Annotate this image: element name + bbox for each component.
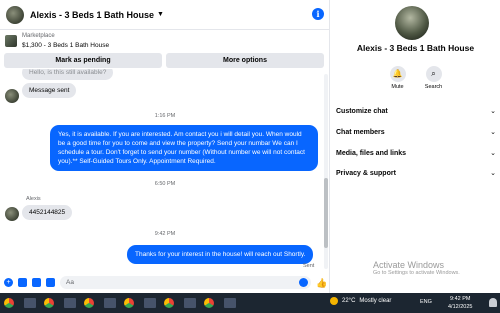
chrome-icon[interactable] bbox=[44, 298, 54, 308]
search-icon: ⌕ bbox=[425, 66, 442, 82]
chrome-icon[interactable] bbox=[4, 298, 14, 308]
watermark-title: Activate Windows bbox=[373, 260, 445, 270]
bell-icon: 🔔 bbox=[389, 66, 406, 82]
activate-windows-watermark: Activate Windows Go to Settings to activ… bbox=[373, 260, 460, 276]
chat-pane: Alexis - 3 Beds 1 Bath House ▼ i Marketp… bbox=[0, 0, 330, 293]
chevron-down-icon[interactable]: ▼ bbox=[157, 11, 164, 18]
section-chat-members[interactable]: Chat members ⌄ bbox=[336, 124, 496, 140]
taskbar-window[interactable] bbox=[144, 298, 156, 308]
taskbar: 22°C Mostly clear ENG 9:42 PM 4/12/2025 bbox=[0, 293, 500, 313]
sent-status: Sent bbox=[303, 263, 315, 269]
like-icon[interactable]: 👍 bbox=[316, 278, 327, 288]
message-input[interactable]: Aa bbox=[60, 276, 311, 289]
chevron-down-icon: ⌄ bbox=[490, 170, 496, 177]
message-bubble: 4452144825 bbox=[22, 205, 73, 220]
section-label: Customize chat bbox=[336, 107, 388, 115]
section-label: Media, files and links bbox=[336, 149, 407, 157]
clock-time: 9:42 PM bbox=[449, 296, 471, 302]
weather-desc: Mostly clear bbox=[359, 298, 392, 304]
section-privacy-support[interactable]: Privacy & support ⌄ bbox=[336, 165, 496, 181]
conversation-info-pane: Alexis - 3 Beds 1 Bath House 🔔 Mute ⌕ Se… bbox=[331, 0, 500, 293]
chat-title[interactable]: Alexis - 3 Beds 1 Bath House bbox=[30, 10, 154, 20]
sender-avatar bbox=[5, 207, 19, 221]
taskbar-window[interactable] bbox=[104, 298, 116, 308]
message-bubble: Thanks for your interest in the house! w… bbox=[127, 245, 314, 264]
mark-as-pending-button[interactable]: Mark as pending bbox=[4, 53, 162, 68]
scrollbar[interactable] bbox=[324, 74, 328, 269]
listing-thumbnail bbox=[5, 35, 17, 47]
emoji-icon[interactable] bbox=[299, 278, 308, 287]
notification-icon[interactable] bbox=[489, 298, 497, 307]
scrollbar-thumb[interactable] bbox=[324, 178, 328, 248]
info-title: Alexis - 3 Beds 1 Bath House bbox=[356, 43, 475, 53]
message-bubble: Message sent bbox=[22, 83, 77, 98]
chrome-icon[interactable] bbox=[164, 298, 174, 308]
image-icon[interactable] bbox=[18, 278, 27, 287]
gif-icon[interactable] bbox=[46, 278, 55, 287]
info-actions: 🔔 Mute ⌕ Search bbox=[331, 66, 500, 90]
chrome-icon[interactable] bbox=[124, 298, 134, 308]
weather-widget[interactable]: 22°C Mostly clear bbox=[330, 297, 391, 305]
taskbar-window[interactable] bbox=[224, 298, 236, 308]
chrome-icon[interactable] bbox=[84, 298, 94, 308]
chrome-icon[interactable] bbox=[204, 298, 214, 308]
chevron-down-icon: ⌄ bbox=[490, 150, 496, 157]
taskbar-window[interactable] bbox=[64, 298, 76, 308]
language-indicator[interactable]: ENG bbox=[420, 299, 432, 305]
info-icon[interactable]: i bbox=[312, 8, 324, 20]
sender-name: Alexis bbox=[26, 196, 41, 202]
message-bubble: Yes, it is available. If you are interes… bbox=[50, 125, 318, 171]
message-input-placeholder: Aa bbox=[66, 279, 74, 286]
listing-name: $1,300 - 3 Beds 1 Bath House bbox=[22, 42, 110, 49]
section-customize-chat[interactable]: Customize chat ⌄ bbox=[336, 103, 496, 119]
timestamp: 6:50 PM bbox=[154, 181, 176, 187]
clock-date: 4/12/2025 bbox=[448, 304, 473, 310]
chat-header: Alexis - 3 Beds 1 Bath House ▼ i bbox=[0, 0, 330, 30]
message-list[interactable]: Hello, is this still available? Message … bbox=[0, 69, 330, 272]
chevron-down-icon: ⌄ bbox=[490, 129, 496, 136]
mute-label: Mute bbox=[391, 84, 404, 90]
mute-button[interactable]: 🔔 Mute bbox=[387, 66, 409, 90]
timestamp: 1:16 PM bbox=[154, 113, 176, 119]
clock[interactable]: 9:42 PM 4/12/2025 bbox=[448, 295, 472, 311]
sender-avatar bbox=[5, 89, 19, 103]
sticker-icon[interactable] bbox=[32, 278, 41, 287]
more-options-button[interactable]: More options bbox=[166, 53, 324, 68]
search-button[interactable]: ⌕ Search bbox=[423, 66, 445, 90]
composer: + Aa 👍 bbox=[0, 272, 330, 293]
sun-icon bbox=[330, 297, 338, 305]
watermark-subtitle: Go to Settings to activate Windows. bbox=[373, 270, 460, 276]
listing-card[interactable]: Marketplace $1,300 - 3 Beds 1 Bath House bbox=[0, 30, 330, 52]
section-label: Chat members bbox=[336, 128, 385, 136]
timestamp: 9:42 PM bbox=[154, 231, 176, 237]
weather-temp: 22°C bbox=[342, 298, 356, 304]
section-media-files-links[interactable]: Media, files and links ⌄ bbox=[336, 145, 496, 161]
section-label: Privacy & support bbox=[336, 169, 396, 177]
message-bubble: Hello, is this still available? bbox=[22, 69, 114, 80]
avatar[interactable] bbox=[6, 5, 24, 24]
taskbar-window[interactable] bbox=[184, 298, 196, 308]
add-icon[interactable]: + bbox=[4, 278, 13, 287]
taskbar-window[interactable] bbox=[24, 298, 36, 308]
listing-category: Marketplace bbox=[22, 33, 55, 39]
listing-actions: Mark as pending More options bbox=[4, 53, 324, 68]
search-label: Search bbox=[424, 84, 443, 90]
chevron-down-icon: ⌄ bbox=[490, 108, 496, 115]
profile-avatar[interactable] bbox=[395, 6, 429, 40]
